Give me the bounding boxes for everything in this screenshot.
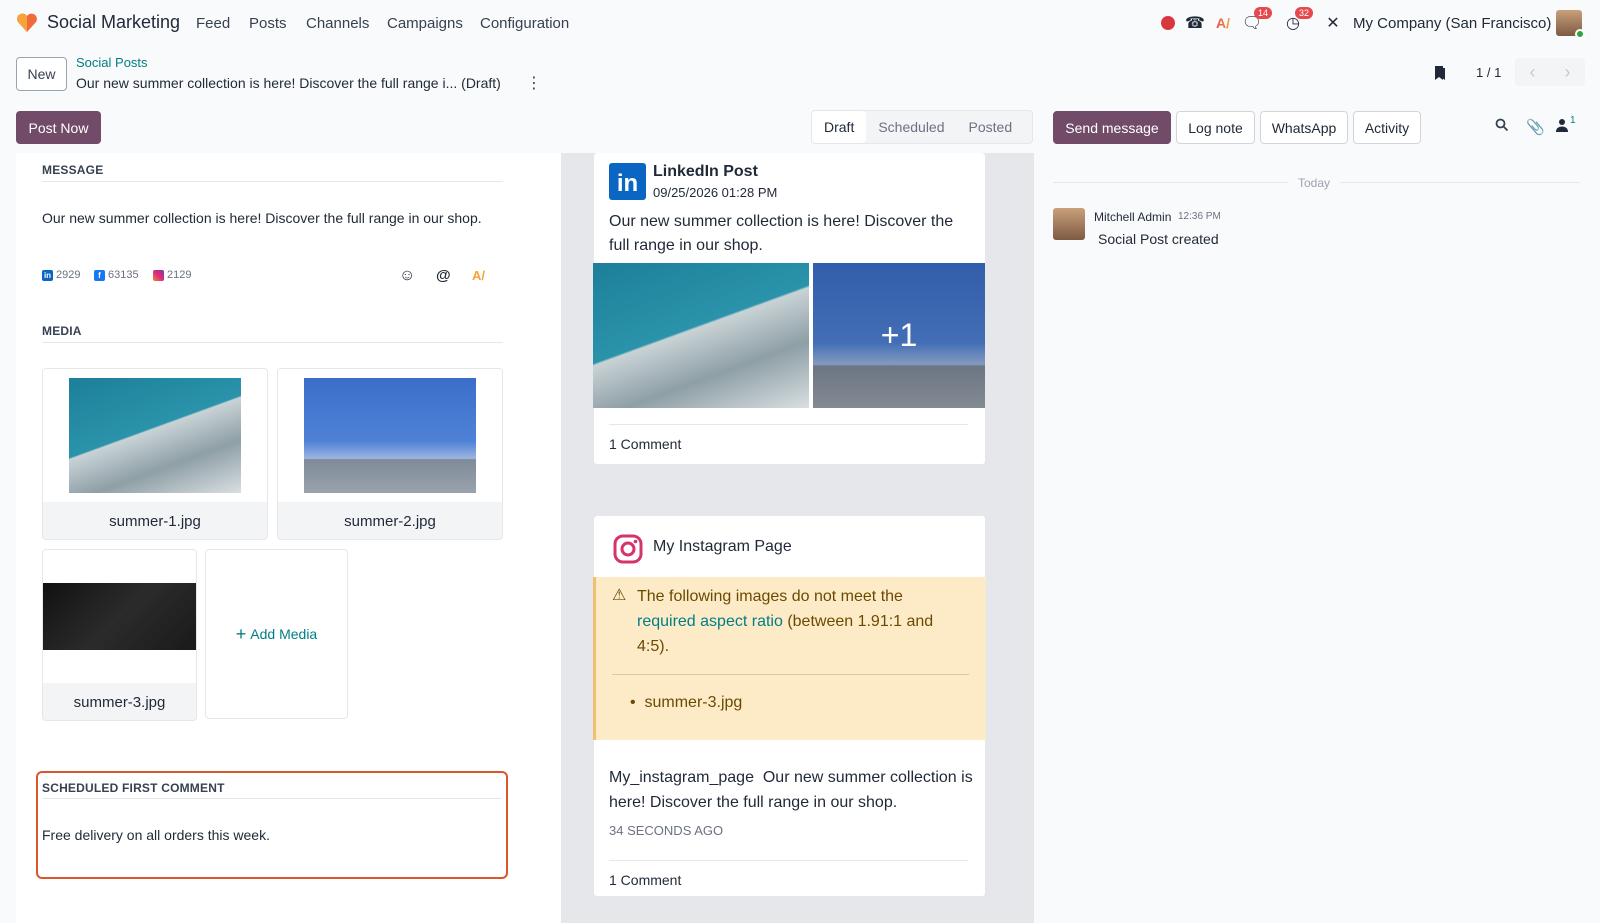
- messages-icon[interactable]: 🗨 14: [1242, 7, 1272, 33]
- status-draft[interactable]: Draft: [812, 111, 867, 143]
- divider: [1340, 182, 1580, 183]
- media-thumbnail: [278, 369, 502, 502]
- linkedin-count: in 2929: [42, 269, 81, 281]
- emoji-icon[interactable]: ☺: [399, 267, 415, 285]
- followers-person-icon: [1556, 119, 1568, 132]
- pager-buttons: ‹ ›: [1515, 58, 1585, 86]
- post-now-button[interactable]: Post Now: [16, 111, 101, 144]
- facebook-icon: f: [94, 269, 105, 281]
- activity-button[interactable]: Activity: [1353, 111, 1421, 144]
- author-avatar[interactable]: [1053, 208, 1085, 240]
- breadcrumb-social-posts[interactable]: Social Posts: [76, 55, 148, 70]
- facebook-count: f 63135: [94, 269, 139, 281]
- message-section-label: MESSAGE: [42, 163, 104, 177]
- more-images-overlay[interactable]: +1: [813, 263, 985, 408]
- log-note-button[interactable]: Log note: [1176, 111, 1255, 144]
- message-author[interactable]: Mitchell Admin: [1094, 210, 1171, 224]
- whatsapp-button[interactable]: WhatsApp: [1260, 111, 1348, 144]
- send-message-button[interactable]: Send message: [1053, 111, 1171, 144]
- message-textarea[interactable]: Our new summer collection is here! Disco…: [42, 210, 482, 226]
- linkedin-icon: in: [42, 269, 53, 281]
- linkedin-post-text: Our new summer collection is here! Disco…: [609, 213, 954, 254]
- attachment-paperclip-icon[interactable]: 📎: [1526, 118, 1545, 136]
- media-filename: summer-2.jpg: [344, 513, 436, 530]
- pager-next-icon[interactable]: ›: [1565, 62, 1571, 83]
- actions-menu-icon[interactable]: ⋮: [526, 73, 542, 93]
- linkedin-post-title: LinkedIn Post: [653, 163, 758, 180]
- linkedin-image-1: [593, 263, 809, 408]
- record-icon[interactable]: [1158, 13, 1178, 33]
- activities-badge: 32: [1294, 7, 1313, 19]
- followers-count: 1: [1570, 115, 1576, 126]
- new-button[interactable]: New: [16, 57, 67, 91]
- user-avatar[interactable]: [1556, 10, 1585, 39]
- media-filename: summer-1.jpg: [109, 513, 201, 530]
- date-separator: Today: [1298, 176, 1331, 190]
- nav-feed[interactable]: Feed: [196, 15, 230, 32]
- status-scheduled[interactable]: Scheduled: [866, 111, 956, 143]
- instagram-page-name: My Instagram Page: [653, 538, 792, 555]
- warning-list-item: • summer-3.jpg: [630, 694, 743, 711]
- ai-icon[interactable]: A/: [1213, 13, 1233, 33]
- status-bar: Draft Scheduled Posted: [811, 110, 1033, 144]
- warning-text: The following images do not meet the req…: [637, 588, 934, 655]
- tools-icon[interactable]: ✕: [1323, 13, 1343, 33]
- divider: [42, 342, 503, 343]
- divider: [609, 424, 968, 425]
- instagram-account: My_instagram_page: [609, 769, 754, 786]
- search-icon[interactable]: [1495, 118, 1509, 135]
- record-title: Our new summer collection is here! Disco…: [76, 75, 501, 91]
- pager-previous-icon[interactable]: ‹: [1530, 62, 1536, 83]
- instagram-post-time: 34 SECONDS AGO: [609, 823, 724, 838]
- nav-posts[interactable]: Posts: [249, 15, 287, 32]
- ai-assist-icon[interactable]: A/: [472, 268, 485, 283]
- divider: [609, 860, 968, 861]
- instagram-comments-count[interactable]: 1 Comment: [609, 872, 681, 888]
- aspect-ratio-link[interactable]: required aspect ratio: [637, 613, 783, 630]
- media-item-summer-2[interactable]: summer-2.jpg: [277, 368, 503, 540]
- bookmark-icon[interactable]: [1433, 64, 1447, 82]
- instagram-count: 2129: [153, 269, 191, 281]
- divider: [42, 798, 502, 799]
- instagram-icon: [153, 269, 164, 281]
- media-item-summer-3[interactable]: summer-3.jpg: [42, 549, 197, 721]
- mention-icon[interactable]: @: [436, 267, 451, 284]
- add-media-button[interactable]: + Add Media: [205, 549, 348, 719]
- nav-channels[interactable]: Channels: [306, 15, 369, 32]
- activities-clock-icon[interactable]: ◷ 32: [1283, 7, 1313, 33]
- linkedin-comments-count[interactable]: 1 Comment: [609, 436, 681, 452]
- divider: [42, 181, 503, 182]
- linkedin-logo-icon: in: [609, 163, 646, 200]
- message-time: 12:36 PM: [1178, 211, 1221, 222]
- followers-button[interactable]: 1: [1555, 115, 1576, 132]
- message-body: Social Post created: [1098, 231, 1219, 247]
- first-comment-input[interactable]: Free delivery on all orders this week.: [42, 827, 270, 843]
- company-switcher[interactable]: My Company (San Francisco): [1353, 15, 1551, 32]
- linkedin-post-date: 09/25/2026 01:28 PM: [653, 185, 778, 200]
- media-item-summer-1[interactable]: summer-1.jpg: [42, 368, 268, 540]
- first-comment-label: SCHEDULED FIRST COMMENT: [42, 781, 225, 795]
- app-title[interactable]: Social Marketing: [47, 12, 180, 33]
- media-thumbnail: [43, 369, 267, 502]
- divider: [612, 674, 969, 675]
- phone-icon[interactable]: ☎: [1185, 13, 1205, 33]
- media-filename: summer-3.jpg: [73, 694, 166, 711]
- media-thumbnail: [43, 550, 196, 683]
- nav-campaigns[interactable]: Campaigns: [387, 15, 463, 32]
- chatter-panel: [1048, 153, 1600, 923]
- status-posted[interactable]: Posted: [957, 111, 1025, 143]
- warning-icon: ⚠: [612, 587, 627, 604]
- nav-configuration[interactable]: Configuration: [480, 15, 569, 32]
- divider: [1053, 182, 1288, 183]
- pager-value[interactable]: 1 / 1: [1476, 65, 1501, 80]
- instagram-logo-icon: [612, 533, 644, 565]
- messages-badge: 14: [1253, 7, 1272, 19]
- app-logo-icon[interactable]: [16, 13, 38, 33]
- plus-icon: +: [235, 623, 247, 644]
- instagram-caption: My_instagram_page Our new summer collect…: [609, 769, 973, 811]
- media-section-label: MEDIA: [42, 324, 82, 338]
